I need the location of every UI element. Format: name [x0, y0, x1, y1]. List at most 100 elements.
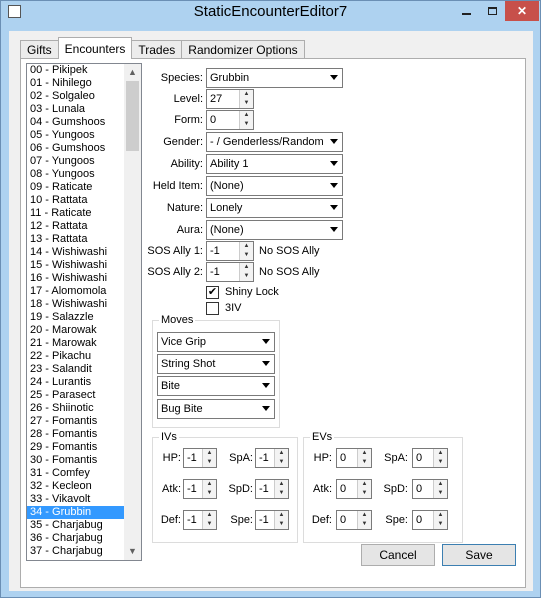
- 3iv-checkbox[interactable]: [206, 302, 219, 315]
- iv-spa-stepper[interactable]: -1 ▲ ▼: [255, 448, 289, 468]
- iv-spd-stepper[interactable]: -1 ▲ ▼: [255, 479, 289, 499]
- encounter-list-item[interactable]: 08 - Yungoos: [27, 168, 125, 181]
- nature-combo[interactable]: Lonely: [206, 198, 343, 218]
- stepper-down-icon[interactable]: ▼: [433, 520, 447, 529]
- minimize-button[interactable]: [453, 1, 479, 21]
- ev-spe-stepper[interactable]: 0 ▲ ▼: [412, 510, 448, 530]
- stepper-up-icon[interactable]: ▲: [274, 449, 288, 458]
- aura-combo[interactable]: (None): [206, 220, 343, 240]
- encounter-list-item[interactable]: 18 - Wishiwashi: [27, 298, 125, 311]
- save-button[interactable]: Save: [442, 544, 516, 566]
- encounter-list-item[interactable]: 26 - Shiinotic: [27, 402, 125, 415]
- encounter-list-item[interactable]: 37 - Charjabug: [27, 545, 125, 558]
- stepper-down-icon[interactable]: ▼: [274, 489, 288, 498]
- iv-def-stepper[interactable]: -1 ▲ ▼: [183, 510, 217, 530]
- encounter-list-item[interactable]: 15 - Wishiwashi: [27, 259, 125, 272]
- encounter-list-item[interactable]: 05 - Yungoos: [27, 129, 125, 142]
- tab-trades[interactable]: Trades: [131, 40, 183, 59]
- stepper-down-icon[interactable]: ▼: [239, 99, 253, 108]
- iv-hp-stepper[interactable]: -1 ▲ ▼: [183, 448, 217, 468]
- sos-ally-1-stepper[interactable]: -1 ▲ ▼: [206, 241, 254, 261]
- cancel-button[interactable]: Cancel: [361, 544, 435, 566]
- encounter-list-item[interactable]: 11 - Raticate: [27, 207, 125, 220]
- encounter-list-item[interactable]: 12 - Rattata: [27, 220, 125, 233]
- close-button[interactable]: ✕: [505, 1, 539, 21]
- tab-gifts[interactable]: Gifts: [20, 40, 59, 59]
- stepper-down-icon[interactable]: ▼: [239, 120, 253, 129]
- held-item-combo[interactable]: (None): [206, 176, 343, 196]
- move-4-combo[interactable]: Bug Bite: [157, 399, 275, 419]
- stepper-up-icon[interactable]: ▲: [357, 511, 371, 520]
- stepper-up-icon[interactable]: ▲: [239, 90, 253, 99]
- species-combo[interactable]: Grubbin: [206, 68, 343, 88]
- encounter-list-item[interactable]: 34 - Grubbin: [27, 506, 125, 519]
- encounter-list-item[interactable]: 19 - Salazzle: [27, 311, 125, 324]
- move-2-combo[interactable]: String Shot: [157, 354, 275, 374]
- stepper-down-icon[interactable]: ▼: [202, 458, 216, 467]
- gender-combo[interactable]: - / Genderless/Random: [206, 132, 343, 152]
- iv-atk-stepper[interactable]: -1 ▲ ▼: [183, 479, 217, 499]
- stepper-up-icon[interactable]: ▲: [433, 480, 447, 489]
- stepper-up-icon[interactable]: ▲: [239, 263, 253, 272]
- encounter-list-item[interactable]: 09 - Raticate: [27, 181, 125, 194]
- stepper-up-icon[interactable]: ▲: [274, 511, 288, 520]
- stepper-up-icon[interactable]: ▲: [202, 511, 216, 520]
- encounter-listbox[interactable]: 00 - Pikipek 01 - Nihilego 02 - Solgaleo 03…: [26, 63, 142, 561]
- encounter-list-item[interactable]: 28 - Fomantis: [27, 428, 125, 441]
- encounter-list-item[interactable]: 04 - Gumshoos: [27, 116, 125, 129]
- ev-hp-stepper[interactable]: 0 ▲ ▼: [336, 448, 372, 468]
- stepper-down-icon[interactable]: ▼: [357, 520, 371, 529]
- stepper-down-icon[interactable]: ▼: [239, 251, 253, 260]
- stepper-up-icon[interactable]: ▲: [202, 449, 216, 458]
- encounter-list-item[interactable]: 21 - Marowak: [27, 337, 125, 350]
- encounter-list-item[interactable]: 02 - Solgaleo: [27, 90, 125, 103]
- ev-atk-stepper[interactable]: 0 ▲ ▼: [336, 479, 372, 499]
- sos-ally-2-stepper[interactable]: -1 ▲ ▼: [206, 262, 254, 282]
- form-stepper[interactable]: 0 ▲ ▼: [206, 110, 254, 130]
- ev-spd-stepper[interactable]: 0 ▲ ▼: [412, 479, 448, 499]
- encounter-list-item[interactable]: 36 - Charjabug: [27, 532, 125, 545]
- encounter-list-item[interactable]: 06 - Gumshoos: [27, 142, 125, 155]
- encounter-list-item[interactable]: 17 - Alomomola: [27, 285, 125, 298]
- list-scrollbar[interactable]: ▲ ▼: [124, 64, 141, 560]
- encounter-list-item[interactable]: 27 - Fomantis: [27, 415, 125, 428]
- encounter-list-item[interactable]: 32 - Kecleon: [27, 480, 125, 493]
- level-stepper[interactable]: 27 ▲ ▼: [206, 89, 254, 109]
- encounter-list-item[interactable]: 30 - Fomantis: [27, 454, 125, 467]
- iv-spe-stepper[interactable]: -1 ▲ ▼: [255, 510, 289, 530]
- stepper-up-icon[interactable]: ▲: [239, 111, 253, 120]
- stepper-up-icon[interactable]: ▲: [357, 480, 371, 489]
- encounter-list-item[interactable]: 25 - Parasect: [27, 389, 125, 402]
- move-1-combo[interactable]: Vice Grip: [157, 332, 275, 352]
- maximize-button[interactable]: [479, 1, 505, 21]
- encounter-list-item[interactable]: 31 - Comfey: [27, 467, 125, 480]
- stepper-up-icon[interactable]: ▲: [433, 449, 447, 458]
- encounter-list-item[interactable]: 07 - Yungoos: [27, 155, 125, 168]
- stepper-down-icon[interactable]: ▼: [239, 272, 253, 281]
- encounter-list-item[interactable]: 00 - Pikipek: [27, 64, 125, 77]
- stepper-down-icon[interactable]: ▼: [202, 489, 216, 498]
- stepper-up-icon[interactable]: ▲: [433, 511, 447, 520]
- encounter-list-item[interactable]: 24 - Lurantis: [27, 376, 125, 389]
- encounter-list-item[interactable]: 14 - Wishiwashi: [27, 246, 125, 259]
- stepper-up-icon[interactable]: ▲: [239, 242, 253, 251]
- encounter-list-item[interactable]: 16 - Wishiwashi: [27, 272, 125, 285]
- ability-combo[interactable]: Ability 1: [206, 154, 343, 174]
- tab-encounters[interactable]: Encounters: [57, 37, 133, 59]
- scroll-down-icon[interactable]: ▼: [124, 543, 141, 560]
- encounter-list-item[interactable]: 22 - Pikachu: [27, 350, 125, 363]
- encounter-list-item[interactable]: 10 - Rattata: [27, 194, 125, 207]
- stepper-down-icon[interactable]: ▼: [274, 520, 288, 529]
- stepper-down-icon[interactable]: ▼: [357, 458, 371, 467]
- encounter-list-item[interactable]: 29 - Fomantis: [27, 441, 125, 454]
- encounter-list-item[interactable]: 33 - Vikavolt: [27, 493, 125, 506]
- tab-randomizer-options[interactable]: Randomizer Options: [181, 40, 305, 59]
- encounter-list-item[interactable]: 35 - Charjabug: [27, 519, 125, 532]
- stepper-up-icon[interactable]: ▲: [274, 480, 288, 489]
- stepper-down-icon[interactable]: ▼: [274, 458, 288, 467]
- encounter-list-item[interactable]: 23 - Salandit: [27, 363, 125, 376]
- encounter-list-item[interactable]: 03 - Lunala: [27, 103, 125, 116]
- title-bar[interactable]: StaticEncounterEditor7 ✕: [1, 1, 540, 23]
- stepper-down-icon[interactable]: ▼: [433, 458, 447, 467]
- stepper-down-icon[interactable]: ▼: [357, 489, 371, 498]
